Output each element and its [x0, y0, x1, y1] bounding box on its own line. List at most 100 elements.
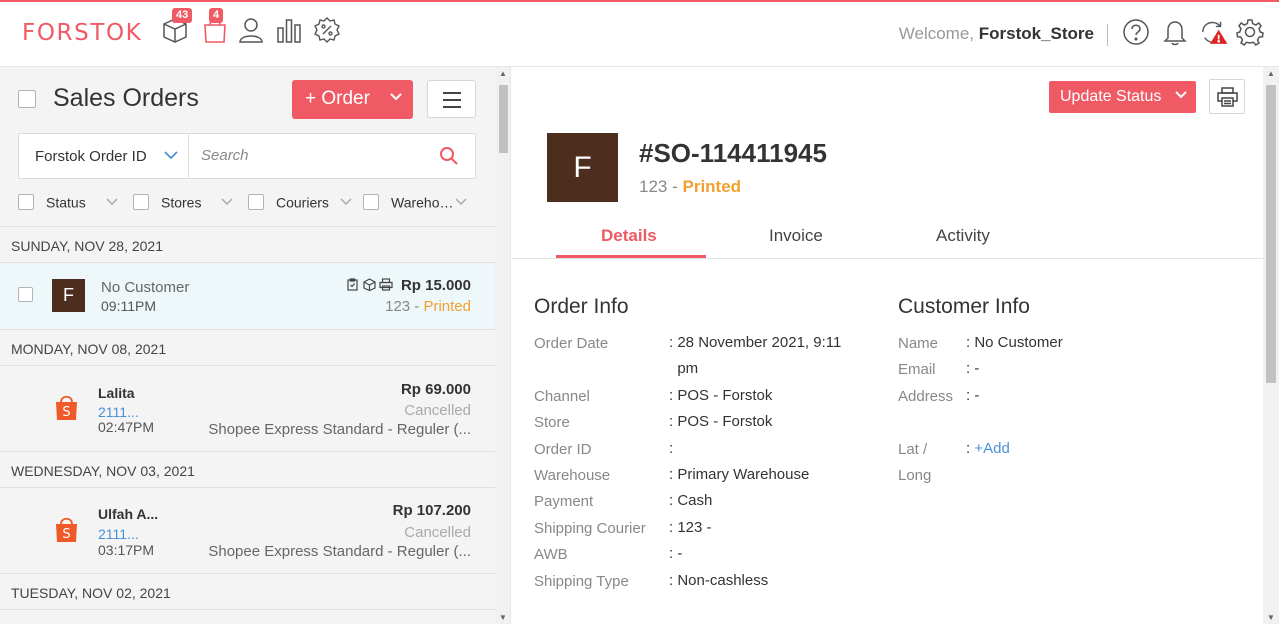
- search-input[interactable]: [201, 147, 431, 164]
- filter-status[interactable]: Status: [18, 193, 118, 211]
- chevron-down-icon: [455, 198, 467, 206]
- scroll-down-arrow[interactable]: ▼: [499, 613, 507, 622]
- customer-avatar: F: [547, 133, 618, 202]
- filter-warehouse-checkbox[interactable]: [363, 194, 379, 211]
- info-value: : -: [966, 360, 980, 377]
- email-value: -: [974, 360, 980, 377]
- chevron-down-icon: [390, 93, 402, 101]
- order-row[interactable]: S Ulfah A... 2111... 03:17PM Rp 107.200 …: [0, 489, 495, 573]
- shopee-icon: S: [56, 517, 77, 542]
- info-label: Name: [898, 335, 939, 352]
- info-label: Address: [898, 388, 954, 405]
- info-value: : +Add: [966, 440, 1010, 457]
- order-row[interactable]: F No Customer 09:11PM Rp 15.000 123 - Pr…: [0, 264, 495, 329]
- detail-scrollbar[interactable]: ▲ ▼: [1263, 67, 1279, 624]
- shipping-method: Shopee Express Standard - Reguler (...: [208, 421, 471, 438]
- select-all-checkbox[interactable]: [18, 90, 36, 108]
- avatar: F: [52, 279, 85, 312]
- scroll-up-arrow[interactable]: ▲: [1267, 69, 1275, 78]
- info-value: : No Customer: [966, 334, 1063, 351]
- info-value: : Non-cashless: [669, 572, 769, 589]
- filter-couriers-label: Couriers: [276, 194, 329, 211]
- order-row[interactable]: S Lalita 2111... 02:47PM Rp 69.000 Cance…: [0, 367, 495, 451]
- print-button[interactable]: [1209, 79, 1245, 114]
- scroll-up-arrow[interactable]: ▲: [499, 69, 507, 78]
- scrollbar-thumb[interactable]: [1266, 85, 1276, 383]
- tab-activity[interactable]: Activity: [936, 226, 990, 246]
- orders-nav[interactable]: 4: [201, 8, 231, 46]
- channel-value: POS - Forstok: [677, 387, 773, 404]
- order-id-link[interactable]: 2111...: [98, 526, 139, 542]
- header-divider: [1107, 24, 1108, 46]
- info-value: : -: [966, 387, 980, 404]
- forstok-logo[interactable]: FORSTOK: [22, 20, 142, 46]
- filter-stores[interactable]: Stores: [133, 193, 233, 211]
- filter-status-checkbox[interactable]: [18, 194, 34, 211]
- date-group-header: WEDNESDAY, NOV 03, 2021: [0, 451, 495, 488]
- shipping-type-value: Non-cashless: [677, 572, 769, 589]
- status-badge: Cancelled: [404, 524, 471, 541]
- scroll-down-arrow[interactable]: ▼: [1267, 613, 1275, 622]
- order-detail-panel: Update Status F #SO-114411945 123 - Prin…: [512, 67, 1263, 624]
- filter-warehouse[interactable]: Wareho…: [363, 193, 467, 211]
- payment-value: Cash: [677, 492, 713, 509]
- chevron-down-icon: [221, 198, 233, 206]
- info-label: Payment: [534, 493, 594, 510]
- notifications-button[interactable]: [1161, 18, 1191, 48]
- order-ref: 123 -: [639, 177, 683, 196]
- inventory-nav[interactable]: 43: [161, 8, 193, 46]
- update-status-button[interactable]: Update Status: [1049, 81, 1196, 113]
- warehouse-value: Primary Warehouse: [677, 466, 810, 483]
- customers-nav[interactable]: [237, 16, 267, 46]
- order-checkbox[interactable]: [18, 287, 33, 302]
- inventory-badge: 43: [172, 8, 193, 23]
- filter-couriers-checkbox[interactable]: [248, 194, 264, 211]
- tab-details[interactable]: Details: [601, 226, 657, 246]
- order-amount: Rp 69.000: [400, 381, 471, 398]
- order-number: #SO-114411945: [639, 138, 827, 168]
- list-menu-button[interactable]: [427, 80, 476, 118]
- info-value: :: [669, 440, 674, 457]
- tab-invoice[interactable]: Invoice: [769, 226, 823, 246]
- reports-nav[interactable]: [275, 16, 305, 46]
- svg-text:S: S: [62, 527, 70, 542]
- user-name[interactable]: Forstok_Store: [979, 24, 1094, 43]
- order-amount: Rp 107.200: [392, 502, 471, 519]
- search-field-value: Forstok Order ID: [35, 148, 147, 165]
- order-subtitle: 123 - Printed: [639, 177, 741, 197]
- info-label: Channel: [534, 388, 590, 405]
- help-button[interactable]: [1122, 18, 1152, 48]
- date-group-header: TUESDAY, NOV 02, 2021: [0, 573, 495, 610]
- chevron-down-icon: [164, 151, 178, 160]
- settings-button[interactable]: [1236, 18, 1266, 48]
- scrollbar-thumb[interactable]: [499, 85, 508, 153]
- page-title: Sales Orders: [53, 84, 199, 112]
- user-icon: [239, 18, 263, 43]
- search-field-select[interactable]: Forstok Order ID: [19, 134, 189, 178]
- info-value: : Cash: [669, 492, 713, 509]
- customer-name: No Customer: [101, 279, 190, 296]
- status-badge: Printed: [423, 298, 471, 315]
- filter-couriers[interactable]: Couriers: [248, 193, 352, 211]
- order-amount: Rp 15.000: [400, 277, 471, 294]
- bar-chart-icon: [277, 19, 301, 43]
- add-lat-long-link[interactable]: +Add: [974, 440, 1009, 457]
- store-value: POS - Forstok: [677, 413, 773, 430]
- order-info-title: Order Info: [534, 295, 629, 318]
- search-icon[interactable]: [439, 146, 459, 166]
- info-value: : POS - Forstok: [669, 387, 773, 404]
- welcome-label: Welcome,: [898, 24, 975, 43]
- info-label: Long: [898, 467, 932, 484]
- date-group-header: MONDAY, NOV 08, 2021: [0, 329, 495, 366]
- order-id-link[interactable]: 2111...: [98, 404, 139, 420]
- add-order-button[interactable]: + Order: [292, 80, 413, 119]
- filter-stores-checkbox[interactable]: [133, 194, 149, 211]
- status-badge: Printed: [682, 177, 742, 196]
- hamburger-icon-line: [443, 106, 461, 108]
- order-ref: 123 -: [385, 298, 424, 315]
- promotions-nav[interactable]: [313, 16, 343, 46]
- order-time: 09:11PM: [101, 298, 156, 314]
- info-label: Shipping Courier: [534, 520, 646, 537]
- sync-alert-button[interactable]: [1200, 18, 1230, 48]
- orders-list-scrollbar[interactable]: ▲ ▼: [495, 67, 511, 624]
